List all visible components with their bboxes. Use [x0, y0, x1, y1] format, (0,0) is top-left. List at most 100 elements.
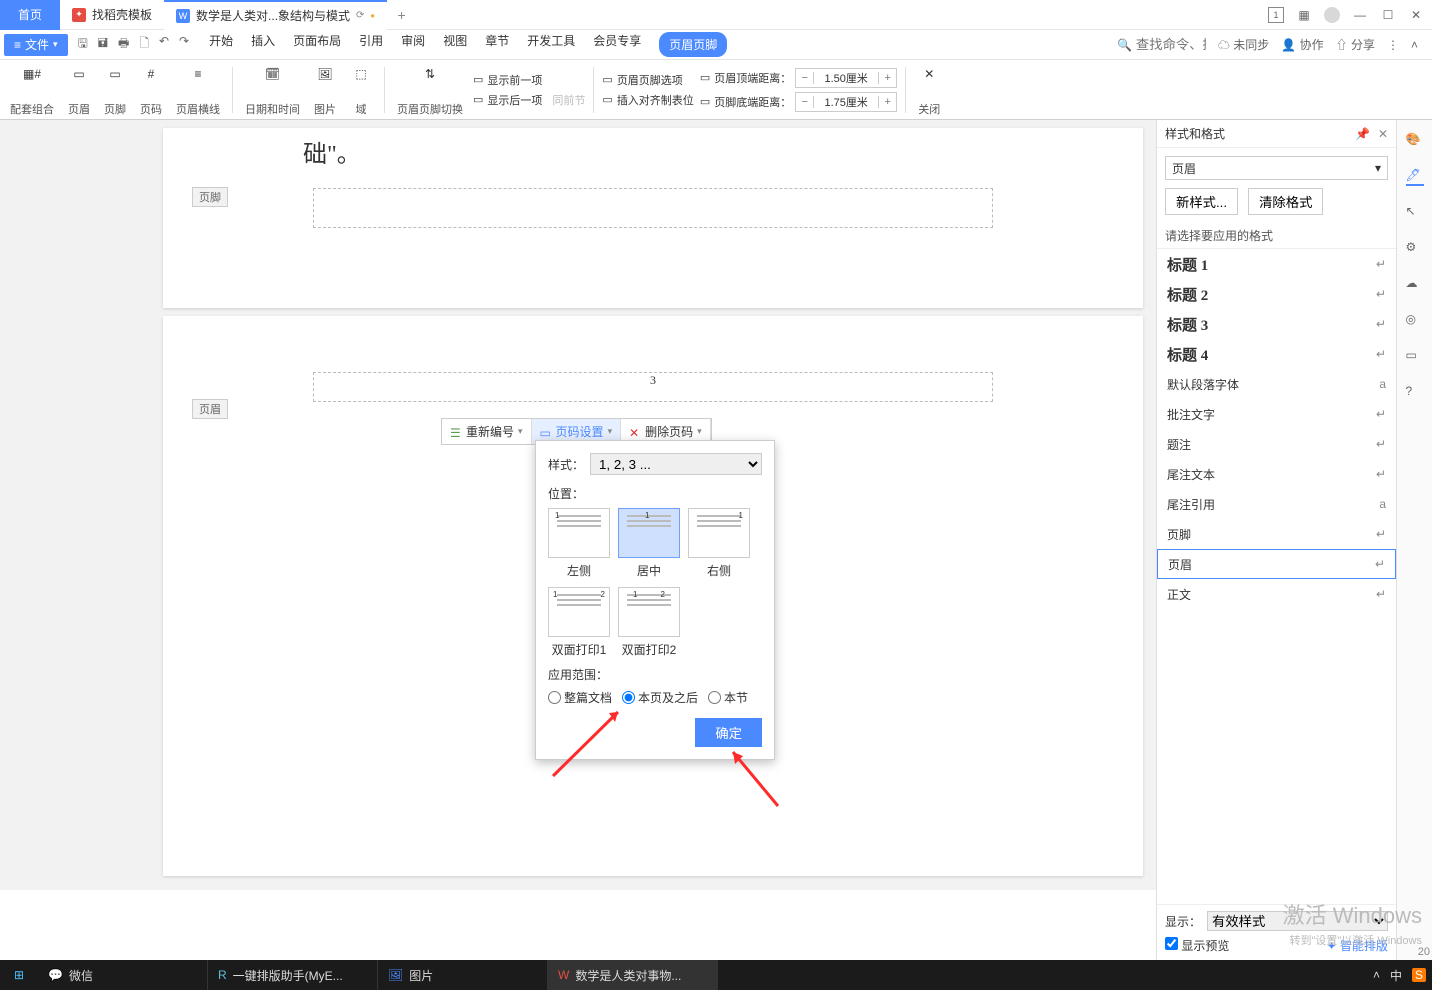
- pos-right[interactable]: 1右侧: [688, 508, 750, 579]
- close-panel-icon[interactable]: ✕: [1378, 127, 1388, 141]
- cloud-sync-icon[interactable]: ☁: [1406, 276, 1424, 294]
- minus-button[interactable]: −: [796, 96, 814, 108]
- task-wechat[interactable]: 💬微信: [38, 960, 208, 990]
- page-number-field[interactable]: 3: [314, 373, 992, 388]
- file-menu-button[interactable]: ≡ 文件 ▾: [4, 34, 68, 56]
- user-avatar[interactable]: [1324, 7, 1340, 23]
- ime-indicator[interactable]: 中: [1390, 967, 1402, 984]
- unsync-button[interactable]: ☁ 未同步: [1218, 36, 1269, 53]
- print-icon[interactable]: 🖶: [118, 34, 129, 55]
- search-input[interactable]: [1136, 37, 1206, 52]
- apps-grid-icon[interactable]: ▦: [1296, 7, 1312, 23]
- more-icon[interactable]: ⋮: [1387, 38, 1399, 52]
- tab-section[interactable]: 章节: [485, 32, 509, 57]
- style-item[interactable]: 标题 2↵: [1157, 279, 1396, 309]
- tab-view[interactable]: 视图: [443, 32, 467, 57]
- style-item[interactable]: 标题 4↵: [1157, 339, 1396, 369]
- tab-devtools[interactable]: 开发工具: [527, 32, 575, 57]
- plus-button[interactable]: +: [878, 72, 896, 84]
- hf-options[interactable]: ▭页眉页脚选项: [602, 72, 693, 88]
- footer-zone[interactable]: 页脚: [313, 188, 993, 228]
- btn-headerline[interactable]: ≡页眉横线: [172, 63, 224, 117]
- help-icon[interactable]: ?: [1406, 384, 1424, 402]
- save-icon[interactable]: 🖫: [78, 34, 88, 55]
- btn-header[interactable]: ▭页眉: [64, 63, 94, 117]
- command-search[interactable]: 🔍: [1117, 37, 1206, 52]
- show-prev[interactable]: ▭显示前一项: [473, 72, 585, 88]
- style-item[interactable]: 页眉↵: [1157, 549, 1396, 579]
- btn-pagenumber[interactable]: #页码: [136, 63, 166, 117]
- tab-pagelayout[interactable]: 页面布局: [293, 32, 341, 57]
- style-item[interactable]: 标题 3↵: [1157, 309, 1396, 339]
- preview-checkbox[interactable]: 显示预览: [1165, 937, 1229, 954]
- btn-picture[interactable]: 🖼图片: [310, 63, 340, 117]
- tray-expand-icon[interactable]: ˄: [1373, 968, 1380, 982]
- refresh-icon[interactable]: ⟳: [356, 10, 364, 21]
- btn-datetime[interactable]: 🗓日期和时间: [241, 63, 304, 117]
- tab-header-footer[interactable]: 页眉页脚: [659, 32, 727, 57]
- task-wps[interactable]: W数学是人类对事物...: [548, 960, 718, 990]
- style-select[interactable]: 1, 2, 3 ...: [590, 453, 762, 475]
- btn-switch[interactable]: ⇅页眉页脚切换: [393, 63, 467, 117]
- task-pictures[interactable]: 🖼图片: [378, 960, 548, 990]
- btn-footer[interactable]: ▭页脚: [100, 63, 130, 117]
- window-minimize-icon[interactable]: —: [1352, 7, 1368, 23]
- redo-icon[interactable]: ↷: [179, 34, 189, 55]
- tab-start[interactable]: 开始: [209, 32, 233, 57]
- ok-button[interactable]: 确定: [695, 718, 762, 747]
- window-maximize-icon[interactable]: ☐: [1380, 7, 1396, 23]
- style-item[interactable]: 尾注引用a: [1157, 489, 1396, 519]
- style-item[interactable]: 题注↵: [1157, 429, 1396, 459]
- header-zone[interactable]: 3 页眉: [313, 372, 993, 402]
- pos-left[interactable]: 1左侧: [548, 508, 610, 579]
- sliders-icon[interactable]: ⚙: [1406, 240, 1424, 258]
- document-canvas[interactable]: 础"。 页脚 3 页眉 ☰重新编号▾ ▭页码设置▾ ✕删除页码▾ 样式： 1, …: [0, 120, 1306, 890]
- style-item[interactable]: 批注文字↵: [1157, 399, 1396, 429]
- style-item[interactable]: 正文↵: [1157, 579, 1396, 609]
- plus-button[interactable]: +: [878, 96, 896, 108]
- style-item[interactable]: 尾注文本↵: [1157, 459, 1396, 489]
- style-item[interactable]: 页脚↵: [1157, 519, 1396, 549]
- pos-center[interactable]: 1居中: [618, 508, 680, 579]
- btn-close-hf[interactable]: ✕关闭: [914, 63, 944, 117]
- task-typesetter[interactable]: R一键排版助手(MyE...: [208, 960, 378, 990]
- system-tray[interactable]: ˄ 中 S: [1373, 967, 1432, 984]
- btn-renumber[interactable]: ☰重新编号▾: [442, 419, 532, 444]
- new-style-button[interactable]: 新样式...: [1165, 188, 1238, 215]
- collab-button[interactable]: 👤 协作: [1281, 36, 1323, 53]
- radio-from-page[interactable]: 本页及之后: [622, 689, 698, 706]
- layout-1-icon[interactable]: 1: [1268, 7, 1284, 23]
- tab-reference[interactable]: 引用: [359, 32, 383, 57]
- palette-icon[interactable]: 🎨: [1406, 132, 1424, 150]
- sogou-icon[interactable]: S: [1412, 968, 1426, 982]
- new-tab-button[interactable]: +: [387, 7, 417, 23]
- btn-combo[interactable]: ▦#配套组合: [6, 63, 58, 117]
- style-item[interactable]: 标题 1↵: [1157, 249, 1396, 279]
- pin-icon[interactable]: 📌: [1355, 127, 1370, 141]
- window-close-icon[interactable]: ✕: [1408, 7, 1424, 23]
- same-as-prev[interactable]: 同前节: [552, 92, 585, 108]
- minus-button[interactable]: −: [796, 72, 814, 84]
- btn-field[interactable]: ⬚域: [346, 63, 376, 117]
- tab-vip[interactable]: 会员专享: [593, 32, 641, 57]
- tab-insert[interactable]: 插入: [251, 32, 275, 57]
- current-style-select[interactable]: 页眉▾: [1165, 156, 1388, 180]
- tab-shell-templates[interactable]: ✦ 找稻壳模板: [60, 0, 164, 30]
- style-item[interactable]: 默认段落字体a: [1157, 369, 1396, 399]
- collapse-ribbon-icon[interactable]: ˄: [1411, 38, 1418, 52]
- footer-distance-spinner[interactable]: −1.75厘米+: [795, 92, 897, 112]
- share-button[interactable]: ⇧ 分享: [1336, 36, 1375, 53]
- clear-format-button[interactable]: 清除格式: [1248, 188, 1323, 215]
- brush-icon[interactable]: 🖊: [1406, 168, 1424, 186]
- undo-icon[interactable]: ↶: [159, 34, 169, 55]
- header-distance-spinner[interactable]: −1.50厘米+: [795, 68, 897, 88]
- radio-whole-doc[interactable]: 整篇文档: [548, 689, 612, 706]
- save-as-icon[interactable]: 🖬: [98, 34, 108, 55]
- tab-home[interactable]: 首页: [0, 0, 60, 30]
- tab-document[interactable]: W 数学是人类对...象结构与模式 ⟳ •: [164, 0, 387, 30]
- pos-duplex1[interactable]: 12双面打印1: [548, 587, 610, 658]
- cursor-icon[interactable]: ↖: [1406, 204, 1424, 222]
- style-list[interactable]: 标题 1↵标题 2↵标题 3↵标题 4↵默认段落字体a批注文字↵题注↵尾注文本↵…: [1157, 248, 1396, 904]
- tab-review[interactable]: 审阅: [401, 32, 425, 57]
- book-icon[interactable]: ▭: [1406, 348, 1424, 366]
